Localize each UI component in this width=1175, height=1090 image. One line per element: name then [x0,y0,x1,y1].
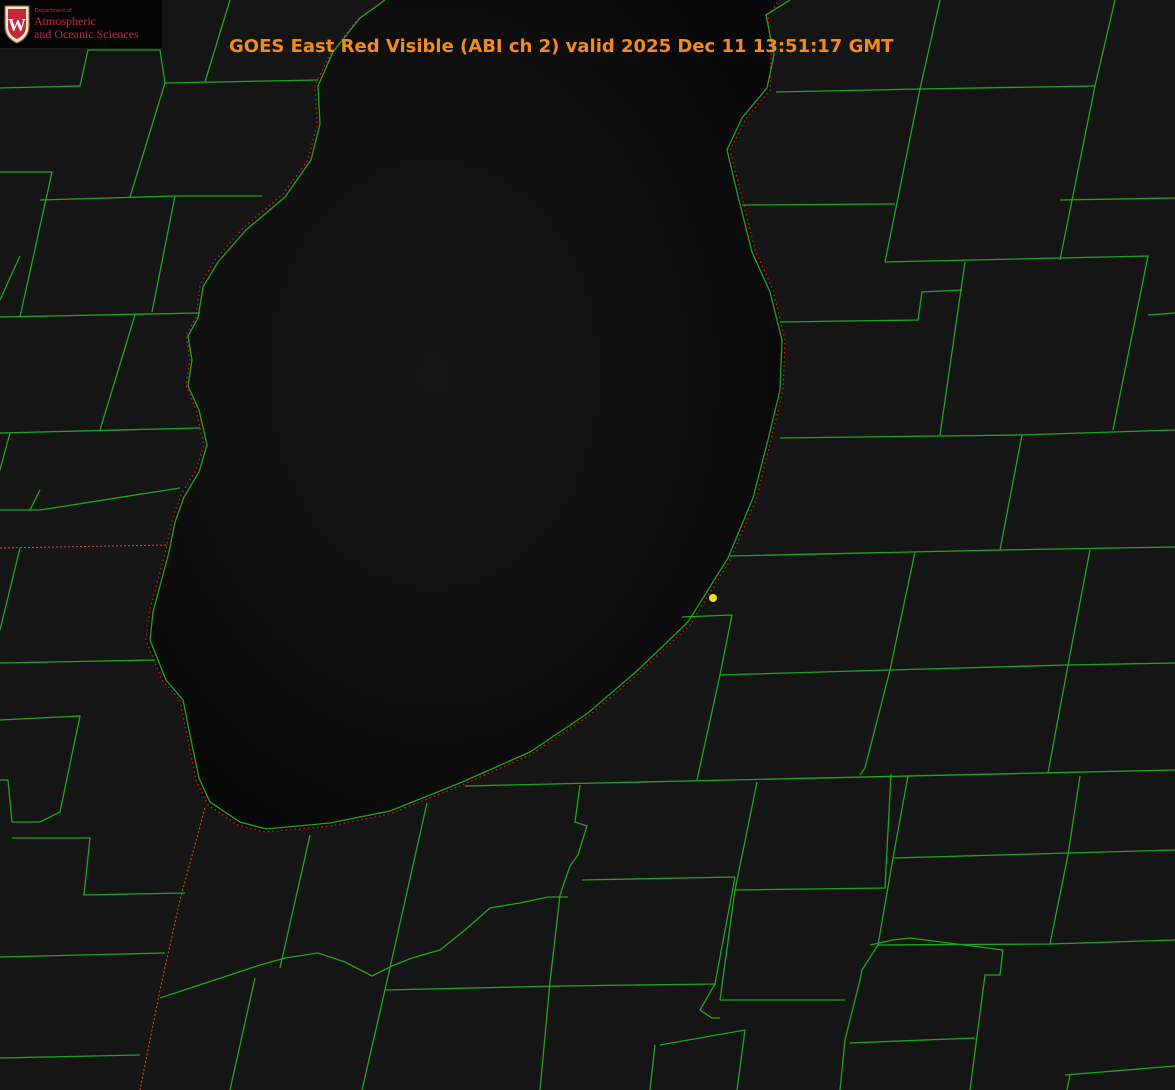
map-title: GOES East Red Visible (ABI ch 2) valid 2… [229,36,894,57]
logo-line-2: and Oceanic Sciences [34,27,139,41]
map-canvas [0,0,1175,1090]
uw-aos-logo: W Department of Atmospheric and Oceanic … [0,0,163,49]
satellite-map: W Department of Atmospheric and Oceanic … [0,0,1175,1090]
crest-letter: W [8,15,26,35]
uw-crest-icon: W [4,5,30,44]
station-dot-icon [709,594,717,602]
logo-line-1: Atmospheric [34,14,96,28]
